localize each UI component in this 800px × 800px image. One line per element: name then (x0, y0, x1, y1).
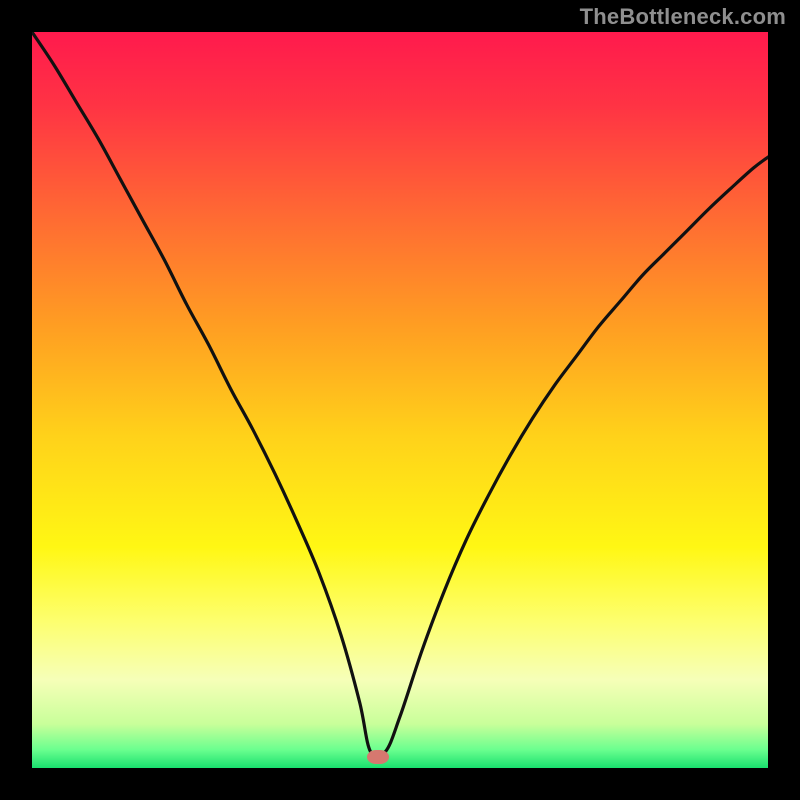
bottleneck-curve (32, 32, 768, 768)
plot-area (32, 32, 768, 768)
optimum-marker (367, 750, 389, 764)
watermark-text: TheBottleneck.com (580, 4, 786, 30)
outer-frame: TheBottleneck.com (0, 0, 800, 800)
